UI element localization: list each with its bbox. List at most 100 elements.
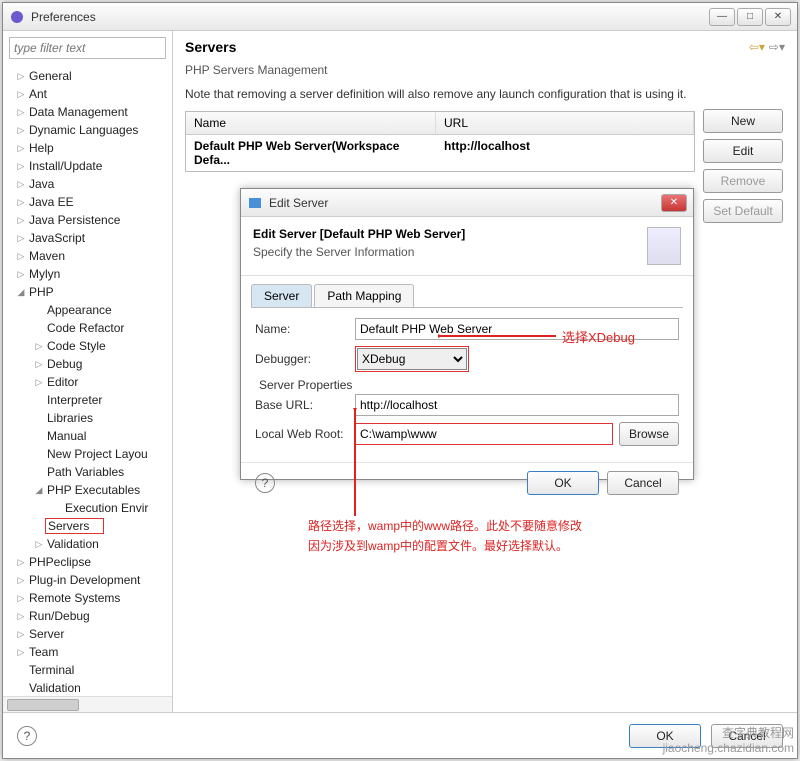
tree-item-run-debug[interactable]: ▷Run/Debug bbox=[7, 607, 172, 625]
tree-label: New Project Layou bbox=[45, 447, 148, 461]
tree-item-php-executables[interactable]: ◢PHP Executables bbox=[7, 481, 172, 499]
tree-arrow-icon[interactable]: ▷ bbox=[15, 269, 27, 280]
column-name[interactable]: Name bbox=[186, 112, 436, 134]
tree-item-code-refactor[interactable]: Code Refactor bbox=[7, 319, 172, 337]
name-input[interactable] bbox=[355, 318, 679, 340]
row-name: Default PHP Web Server(Workspace Defa... bbox=[186, 135, 436, 171]
tab-server[interactable]: Server bbox=[251, 284, 312, 307]
tree-item-new-project-layou[interactable]: New Project Layou bbox=[7, 445, 172, 463]
column-url[interactable]: URL bbox=[436, 112, 694, 134]
preferences-tree[interactable]: ▷General▷Ant▷Data Management▷Dynamic Lan… bbox=[3, 65, 172, 696]
tree-item-data-management[interactable]: ▷Data Management bbox=[7, 103, 172, 121]
tree-label: Maven bbox=[27, 249, 65, 263]
tree-item-server[interactable]: ▷Server bbox=[7, 625, 172, 643]
tree-arrow-icon[interactable]: ▷ bbox=[15, 71, 27, 82]
tree-item-execution-envir[interactable]: Execution Envir bbox=[7, 499, 172, 517]
debugger-select[interactable]: XDebug bbox=[357, 348, 467, 370]
tree-label: Libraries bbox=[45, 411, 93, 425]
tree-item-appearance[interactable]: Appearance bbox=[7, 301, 172, 319]
tree-item-mylyn[interactable]: ▷Mylyn bbox=[7, 265, 172, 283]
nav-back-icon[interactable]: ⇦▾ bbox=[749, 40, 765, 54]
tree-item-path-variables[interactable]: Path Variables bbox=[7, 463, 172, 481]
tree-item-interpreter[interactable]: Interpreter bbox=[7, 391, 172, 409]
dialog-titlebar[interactable]: Edit Server ✕ bbox=[241, 189, 693, 217]
tree-arrow-icon[interactable]: ▷ bbox=[33, 377, 45, 388]
tree-item-code-style[interactable]: ▷Code Style bbox=[7, 337, 172, 355]
tree-item-manual[interactable]: Manual bbox=[7, 427, 172, 445]
tree-arrow-icon[interactable]: ▷ bbox=[15, 593, 27, 604]
tree-item-install-update[interactable]: ▷Install/Update bbox=[7, 157, 172, 175]
dialog-ok-button[interactable]: OK bbox=[527, 471, 599, 495]
debugger-label: Debugger: bbox=[255, 352, 355, 366]
tree-item-help[interactable]: ▷Help bbox=[7, 139, 172, 157]
edit-button[interactable]: Edit bbox=[703, 139, 783, 163]
tree-item-dynamic-languages[interactable]: ▷Dynamic Languages bbox=[7, 121, 172, 139]
tree-item-validation[interactable]: Validation bbox=[7, 679, 172, 696]
help-icon[interactable]: ? bbox=[17, 726, 37, 746]
tree-arrow-icon[interactable]: ▷ bbox=[15, 143, 27, 154]
filter-input[interactable] bbox=[9, 37, 166, 59]
new-button[interactable]: New bbox=[703, 109, 783, 133]
pref-cancel-button[interactable]: Cancel bbox=[711, 724, 783, 748]
preferences-title: Preferences bbox=[31, 10, 709, 24]
tree-item-team[interactable]: ▷Team bbox=[7, 643, 172, 661]
tree-label: Interpreter bbox=[45, 393, 102, 407]
tree-item-servers[interactable]: Servers bbox=[7, 517, 172, 535]
tree-arrow-icon[interactable]: ▷ bbox=[33, 359, 45, 370]
pref-ok-button[interactable]: OK bbox=[629, 724, 701, 748]
tree-arrow-icon[interactable]: ▷ bbox=[15, 647, 27, 658]
nav-forward-icon[interactable]: ⇨▾ bbox=[769, 40, 785, 54]
baseurl-input[interactable] bbox=[355, 394, 679, 416]
tree-label: Manual bbox=[45, 429, 86, 443]
tree-item-java[interactable]: ▷Java bbox=[7, 175, 172, 193]
tree-arrow-icon[interactable]: ▷ bbox=[15, 611, 27, 622]
tree-arrow-icon[interactable]: ◢ bbox=[15, 287, 27, 298]
tab-path-mapping[interactable]: Path Mapping bbox=[314, 284, 414, 307]
tree-arrow-icon[interactable]: ▷ bbox=[15, 89, 27, 100]
tree-item-php[interactable]: ◢PHP bbox=[7, 283, 172, 301]
tree-arrow-icon[interactable]: ▷ bbox=[15, 125, 27, 136]
webroot-input[interactable] bbox=[355, 423, 613, 445]
tree-label: Code Refactor bbox=[45, 321, 124, 335]
dialog-cancel-button[interactable]: Cancel bbox=[607, 471, 679, 495]
tree-item-terminal[interactable]: Terminal bbox=[7, 661, 172, 679]
minimize-button[interactable]: — bbox=[709, 8, 735, 26]
tree-arrow-icon[interactable]: ▷ bbox=[15, 161, 27, 172]
tree-arrow-icon[interactable]: ▷ bbox=[15, 575, 27, 586]
table-row[interactable]: Default PHP Web Server(Workspace Defa...… bbox=[186, 135, 694, 171]
dialog-close-button[interactable]: ✕ bbox=[661, 194, 687, 212]
tree-item-general[interactable]: ▷General bbox=[7, 67, 172, 85]
tree-arrow-icon[interactable]: ▷ bbox=[15, 107, 27, 118]
tree-item-validation[interactable]: ▷Validation bbox=[7, 535, 172, 553]
tree-arrow-icon[interactable]: ▷ bbox=[15, 215, 27, 226]
tree-item-remote-systems[interactable]: ▷Remote Systems bbox=[7, 589, 172, 607]
tree-arrow-icon[interactable]: ▷ bbox=[15, 251, 27, 262]
tree-item-javascript[interactable]: ▷JavaScript bbox=[7, 229, 172, 247]
dialog-help-icon[interactable]: ? bbox=[255, 473, 275, 493]
tree-arrow-icon[interactable]: ▷ bbox=[15, 629, 27, 640]
tree-label: Java EE bbox=[27, 195, 74, 209]
horizontal-scrollbar[interactable] bbox=[3, 696, 172, 712]
tree-arrow-icon[interactable]: ▷ bbox=[15, 179, 27, 190]
maximize-button[interactable]: □ bbox=[737, 8, 763, 26]
tree-item-plug-in-development[interactable]: ▷Plug-in Development bbox=[7, 571, 172, 589]
tree-arrow-icon[interactable]: ▷ bbox=[15, 197, 27, 208]
tree-item-java-ee[interactable]: ▷Java EE bbox=[7, 193, 172, 211]
tree-arrow-icon[interactable]: ◢ bbox=[33, 485, 45, 496]
tree-item-maven[interactable]: ▷Maven bbox=[7, 247, 172, 265]
tree-item-editor[interactable]: ▷Editor bbox=[7, 373, 172, 391]
tree-item-debug[interactable]: ▷Debug bbox=[7, 355, 172, 373]
close-button[interactable]: ✕ bbox=[765, 8, 791, 26]
preferences-titlebar[interactable]: Preferences — □ ✕ bbox=[3, 3, 797, 31]
server-icon bbox=[647, 227, 681, 265]
tree-label: Editor bbox=[45, 375, 78, 389]
tree-item-ant[interactable]: ▷Ant bbox=[7, 85, 172, 103]
tree-arrow-icon[interactable]: ▷ bbox=[33, 341, 45, 352]
tree-arrow-icon[interactable]: ▷ bbox=[15, 233, 27, 244]
tree-arrow-icon[interactable]: ▷ bbox=[15, 557, 27, 568]
tree-item-phpeclipse[interactable]: ▷PHPeclipse bbox=[7, 553, 172, 571]
browse-button[interactable]: Browse bbox=[619, 422, 679, 446]
tree-item-libraries[interactable]: Libraries bbox=[7, 409, 172, 427]
tree-item-java-persistence[interactable]: ▷Java Persistence bbox=[7, 211, 172, 229]
tree-arrow-icon[interactable]: ▷ bbox=[33, 539, 45, 550]
